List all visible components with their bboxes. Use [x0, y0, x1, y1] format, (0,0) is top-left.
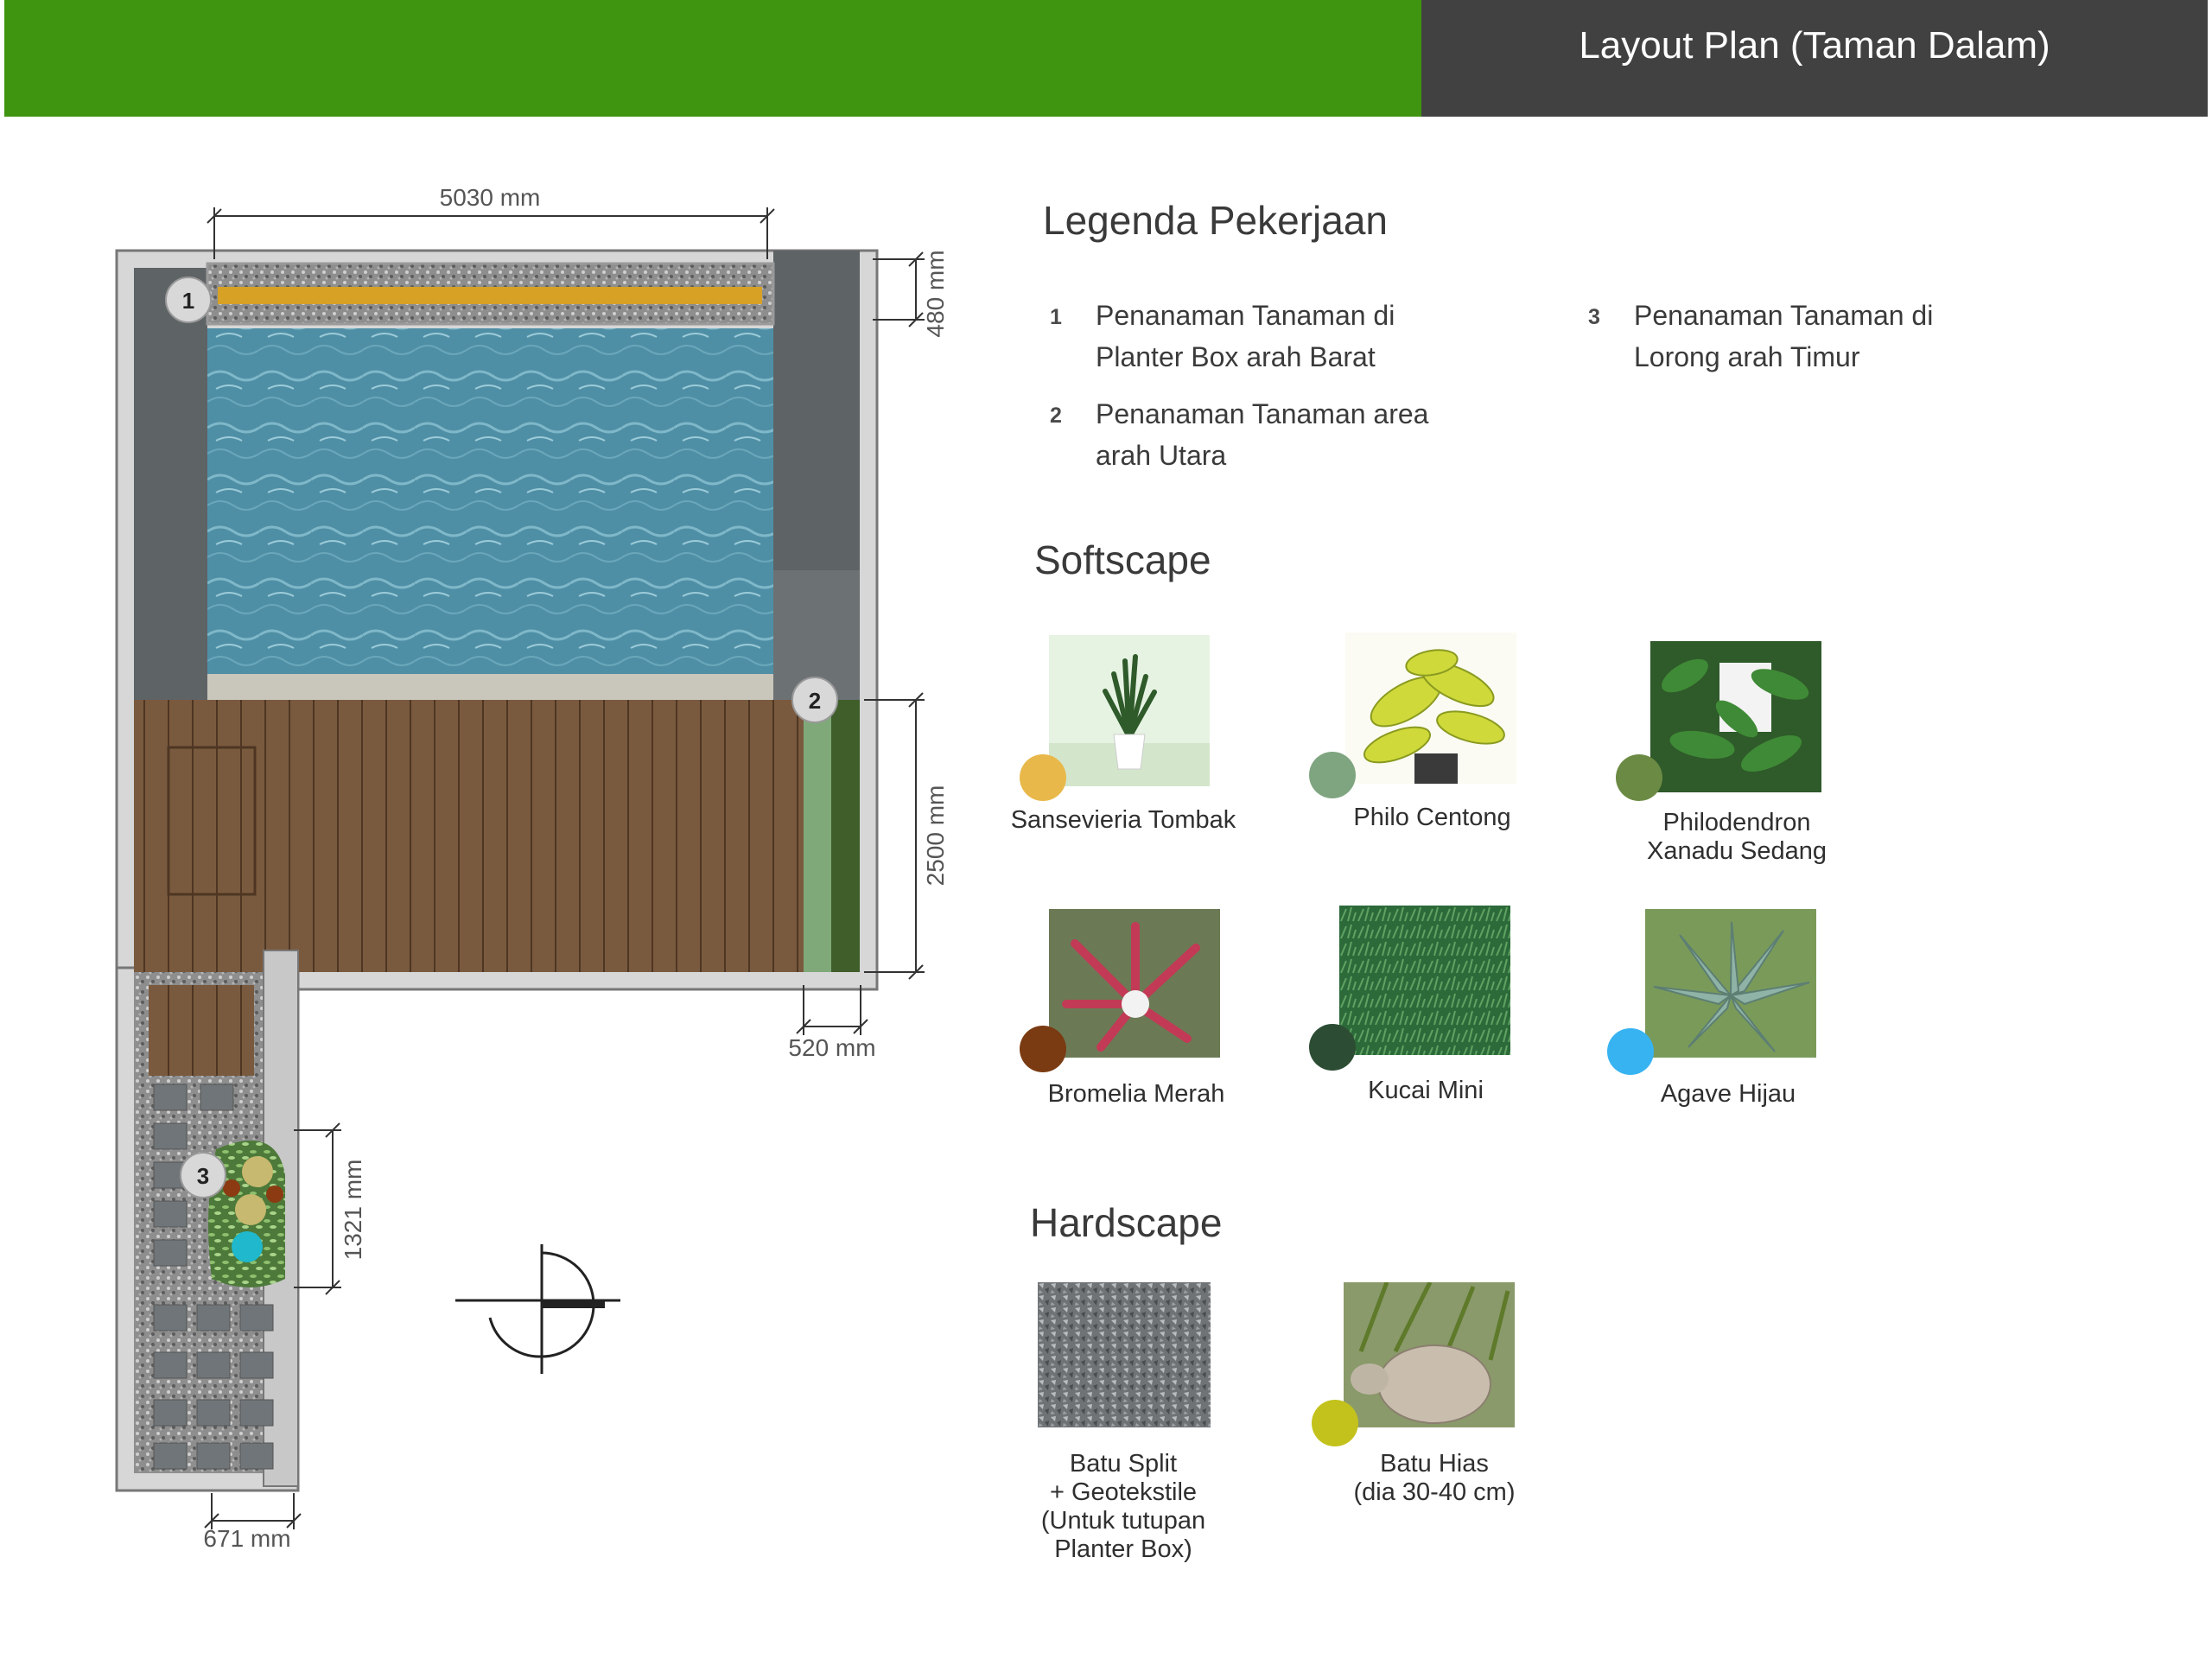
dim-corridor-width: 671 mm	[203, 1525, 290, 1552]
corridor-deck	[149, 985, 254, 1076]
dim-planter-depth: 480 mm	[922, 250, 949, 337]
softscape-title: Softscape	[1034, 537, 1211, 582]
wood-deck	[134, 700, 804, 972]
plant-name: Philo Centong	[1353, 804, 1511, 831]
stone-photo	[1344, 1282, 1515, 1427]
legend-text-line1: Penanaman Tanaman di	[1096, 300, 1395, 331]
hardscape-title: Hardscape	[1030, 1200, 1223, 1245]
pool-coping	[207, 674, 773, 700]
plant-color-dot	[1607, 1028, 1654, 1075]
legend-number: 3	[1588, 305, 1600, 329]
hardscape-card-batu-split: Batu Split + Geotekstile (Untuk tutupan …	[994, 1279, 1253, 1564]
hardscape-color-dot	[1312, 1400, 1358, 1446]
plant-name: Philodendron Xanadu Sedang	[1646, 809, 1827, 865]
dim-side-bed-width: 520 mm	[788, 1034, 875, 1061]
legend-number: 2	[1050, 404, 1062, 428]
svg-text:2: 2	[809, 688, 821, 714]
marker-3: 3	[180, 1152, 226, 1198]
dim-deck-length: 2500 mm	[922, 785, 949, 887]
plant-card-philo-centong: Philo Centong	[1296, 622, 1555, 831]
hardscape-card-batu-hias: Batu Hias (dia 30-40 cm)	[1305, 1279, 1564, 1506]
plant-name: Kucai Mini	[1368, 1077, 1484, 1104]
plant-card-agave: Agave Hijau	[1599, 899, 1858, 1123]
dim-top-width: 5030 mm	[440, 184, 541, 211]
plant-name: Sansevieria Tombak	[1010, 806, 1236, 834]
hardscape-name: Batu Split + Geotekstile (Untuk tutupan …	[1040, 1450, 1206, 1563]
plant-color-dot	[1309, 1024, 1356, 1071]
plant-photo	[1345, 632, 1516, 784]
svg-text:3: 3	[197, 1163, 209, 1189]
plant-photo	[1049, 909, 1220, 1058]
legend-text-line2: arah Utara	[1096, 440, 1227, 471]
plant-color-dot	[1020, 1026, 1066, 1072]
plant-card-bromelia: Bromelia Merah	[1011, 899, 1270, 1123]
plant-photo	[1650, 641, 1821, 792]
legend-number: 1	[1050, 305, 1062, 329]
north-arrow-icon	[455, 1244, 620, 1374]
svg-text:1: 1	[182, 288, 194, 314]
plant-card-kucai-mini: Kucai Mini	[1296, 897, 1555, 1122]
hardscape-name: Batu Hias (dia 30-40 cm)	[1353, 1450, 1516, 1506]
marker-1: 1	[165, 276, 212, 323]
north-bed-light	[804, 700, 831, 972]
header-green-band	[4, 0, 1421, 117]
plant-color-dot	[1616, 754, 1662, 801]
plant-photo	[1645, 909, 1816, 1058]
marker-2: 2	[791, 677, 838, 723]
plant-card-sansevieria: Sansevieria Tombak	[994, 626, 1253, 834]
plant-card-philodendron-xanadu: Philodendron Xanadu Sedang	[1607, 631, 1866, 873]
pool	[207, 328, 773, 674]
plant-name: Agave Hijau	[1660, 1080, 1796, 1108]
dim-corridor-bed-length: 1321 mm	[340, 1160, 366, 1261]
plant-color-dot	[1309, 752, 1356, 798]
plant-photo	[1049, 635, 1210, 786]
page-title: Layout Plan (Taman Dalam)	[1579, 24, 2050, 67]
plant-name: Bromelia Merah	[1047, 1080, 1225, 1108]
plant-color-dot	[1020, 754, 1066, 801]
legend-text-line2: Planter Box arah Barat	[1096, 341, 1376, 372]
planter-plant-strip	[218, 287, 762, 304]
legend-text-line1: Penanaman Tanaman di	[1634, 300, 1934, 331]
north-bed-dark	[831, 700, 860, 972]
legend-text-line2: Lorong arah Timur	[1634, 341, 1860, 372]
legend-title: Legenda Pekerjaan	[1043, 198, 1388, 243]
site-plan-drawing: 1 2 3 5030 mm 480 mm 2500 mm 520 mm 1321…	[115, 184, 949, 1552]
plant-photo	[1339, 906, 1510, 1055]
legend-text-line1: Penanaman Tanaman area	[1096, 398, 1429, 429]
gravel-photo	[1038, 1282, 1211, 1427]
